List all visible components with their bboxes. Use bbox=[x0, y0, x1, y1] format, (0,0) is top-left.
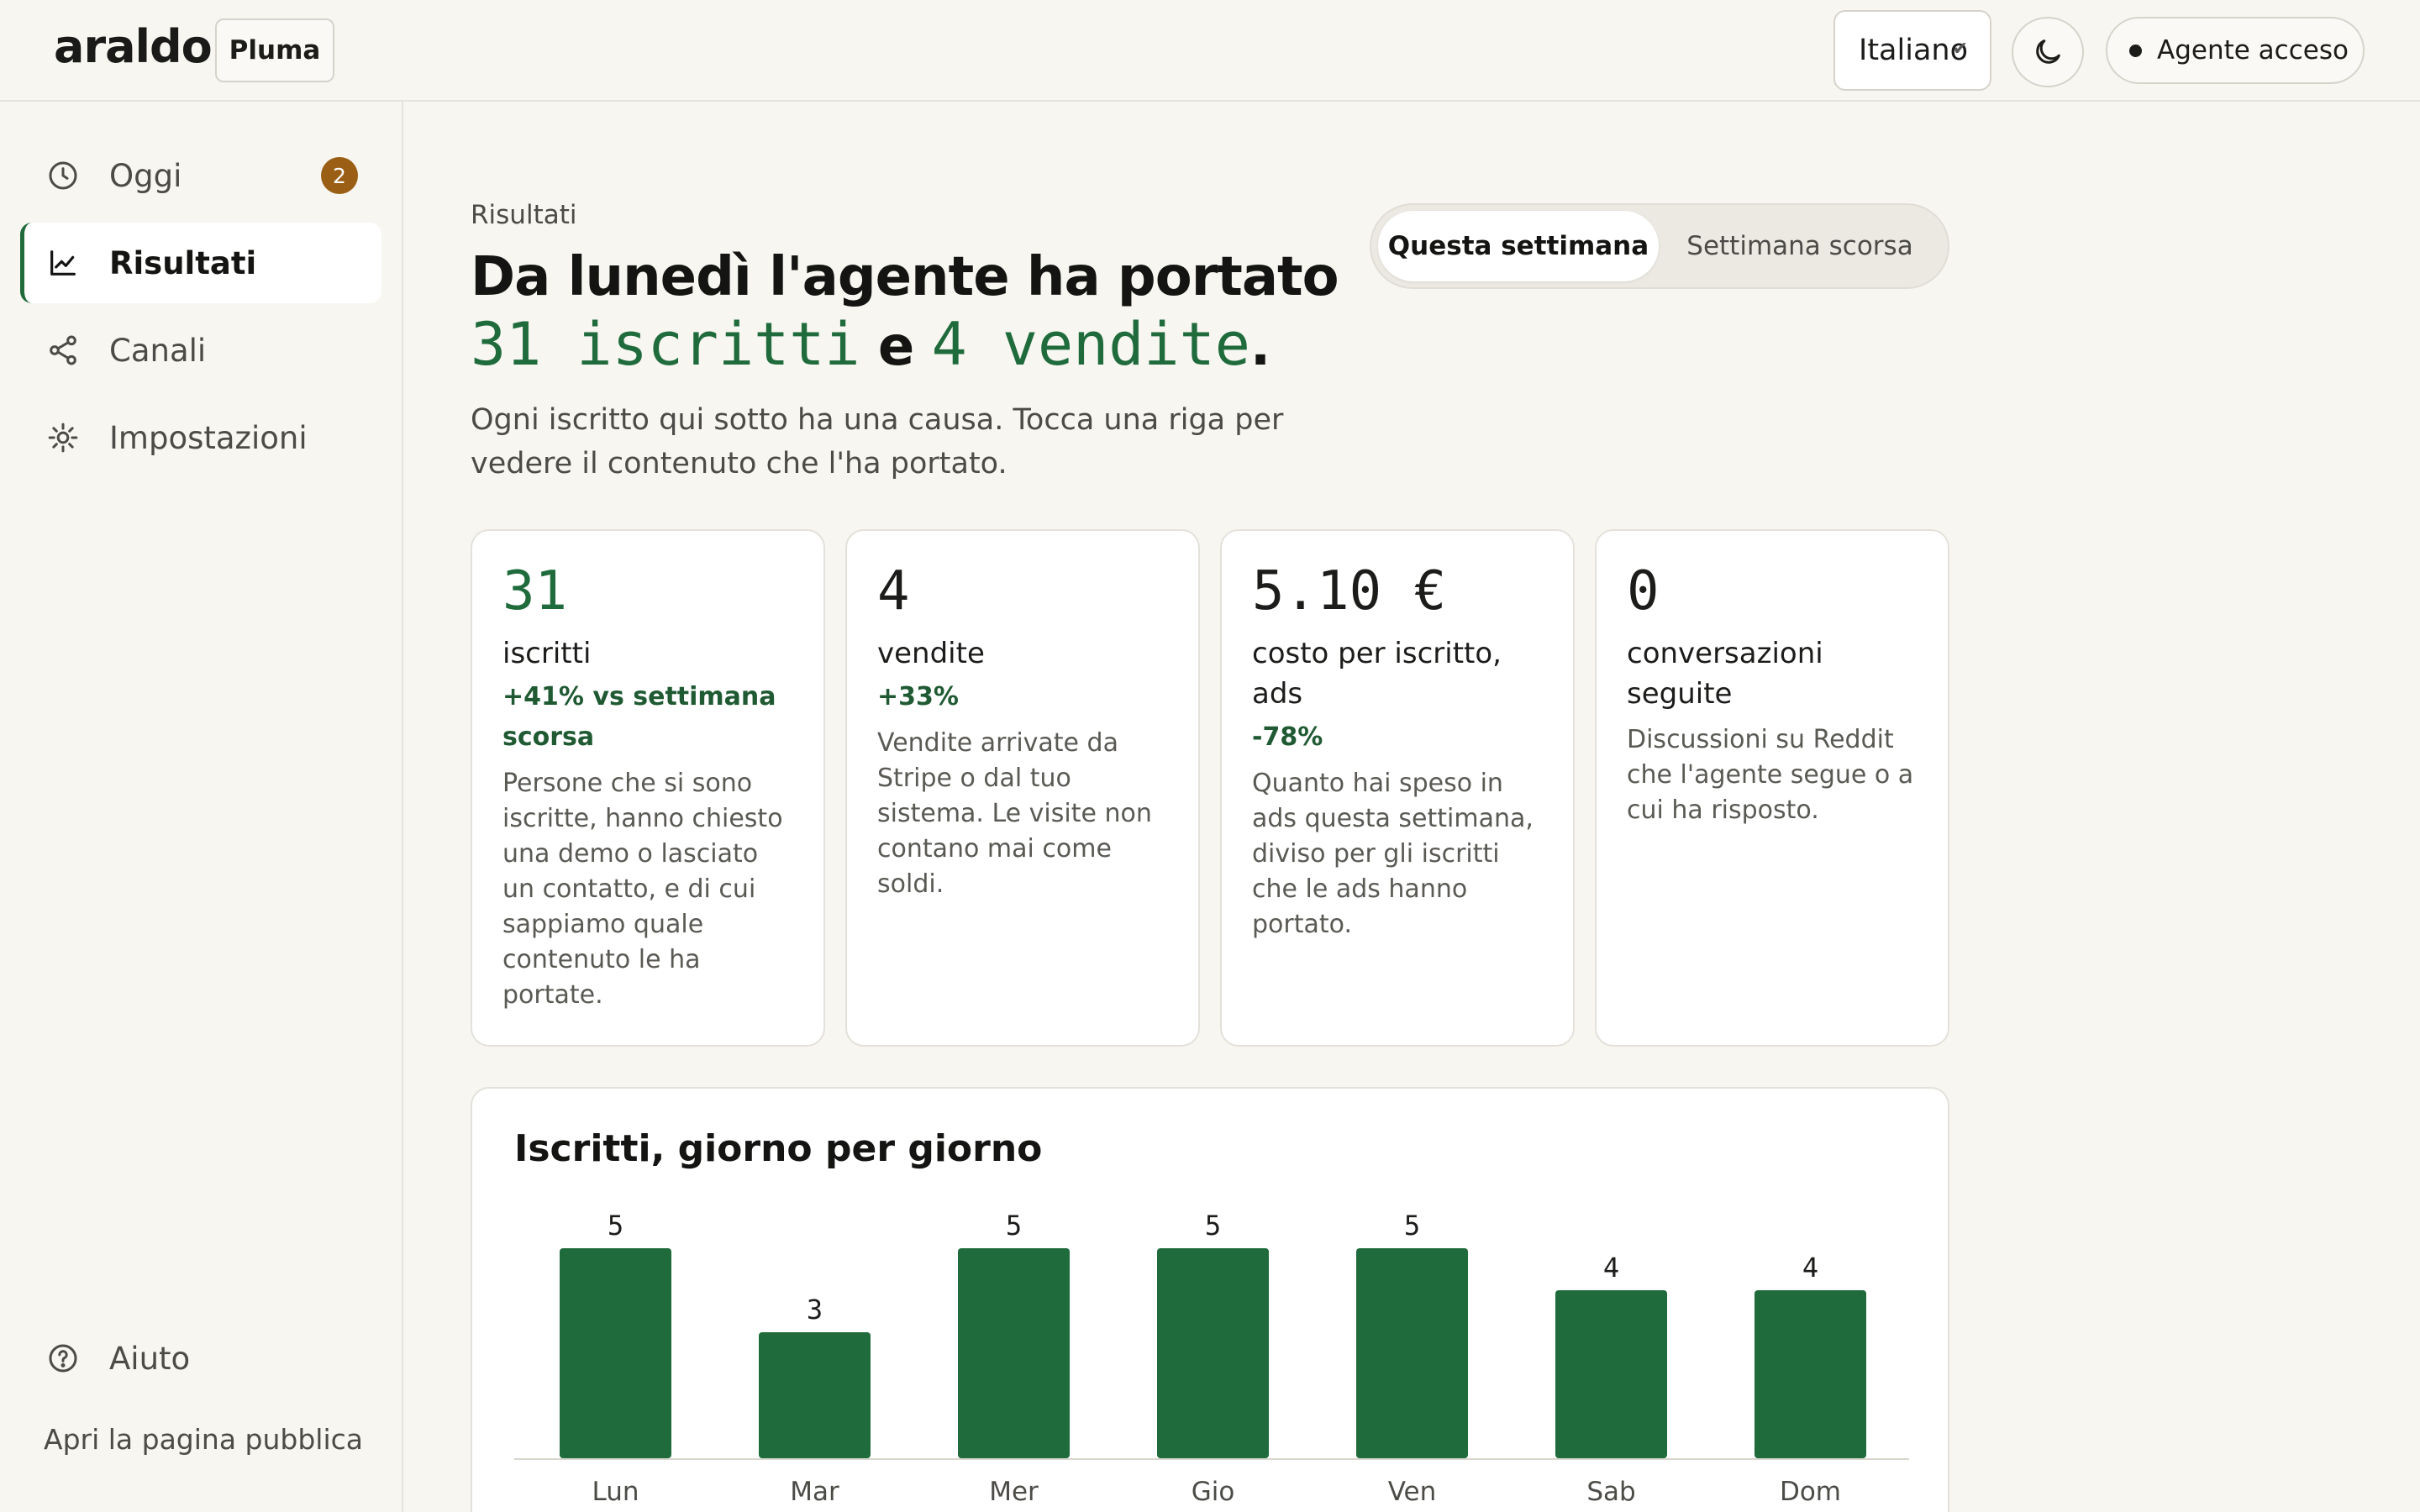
headline-line-2: 31 iscritti e 4 vendite. bbox=[471, 311, 1339, 381]
x-tick-label: Ven bbox=[1388, 1477, 1437, 1507]
intro-text: Ogni iscritto qui sotto ha una causa. To… bbox=[471, 403, 1284, 480]
metric-value: 0 bbox=[1627, 560, 1660, 622]
theme-toggle-button[interactable] bbox=[2012, 17, 2084, 87]
bar-value-label: 3 bbox=[807, 1294, 823, 1326]
metric-label: vendite bbox=[877, 637, 985, 670]
language-select-value: Italiano bbox=[1859, 34, 1968, 67]
bar-value-label: 4 bbox=[1603, 1252, 1619, 1284]
top-bar: araldo Pluma Italiano ✔ Agente acceso bbox=[0, 0, 2420, 102]
metric-label: iscritti bbox=[502, 637, 592, 670]
metric-description: Vendite arrivate da Stripe o dal tuo sis… bbox=[877, 728, 1152, 899]
sidebar-item-risultati[interactable]: Risultati bbox=[20, 223, 381, 303]
moon-icon bbox=[2036, 39, 2060, 64]
metric-description: Persone che si sono iscritte, hanno chie… bbox=[502, 769, 783, 1010]
public-page-link[interactable]: Apri la pagina pubblica bbox=[44, 1423, 363, 1456]
metric-card-sales[interactable]: 4 vendite +33% Vendite arrivate da Strip… bbox=[845, 529, 1200, 1047]
x-tick-label: Mar bbox=[790, 1477, 839, 1507]
chart-line-icon bbox=[45, 245, 81, 281]
app-logo[interactable]: araldo bbox=[54, 20, 213, 73]
metric-value: 5.10 € bbox=[1252, 560, 1447, 622]
page-title: Da lunedì l'agente ha portato 31 iscritt… bbox=[471, 244, 1339, 381]
sidebar-item-aiuto[interactable]: Aiuto bbox=[20, 1318, 381, 1399]
subscribers-daily-chart: Iscritti, giorno per giorno 5 Lun 3 Mar 5 Mer… bbox=[471, 1087, 1949, 1512]
sidebar-item-canali[interactable]: Canali bbox=[20, 310, 381, 391]
x-tick-label: Dom bbox=[1780, 1477, 1841, 1507]
metric-description: Quanto hai speso in ads questa settimana… bbox=[1252, 769, 1534, 939]
metric-value: 31 bbox=[502, 560, 568, 622]
x-tick-label: Mer bbox=[989, 1477, 1039, 1507]
page-eyebrow: Risultati bbox=[471, 200, 577, 230]
chart-bar-dom[interactable] bbox=[1754, 1290, 1866, 1458]
headline-line-1: Da lunedì l'agente ha portato bbox=[471, 246, 1339, 308]
help-circle-icon bbox=[45, 1341, 81, 1376]
x-tick-label: Sab bbox=[1586, 1477, 1635, 1507]
metric-label: conversazioni seguite bbox=[1627, 637, 1823, 711]
share-icon bbox=[45, 333, 81, 368]
tab-last-week[interactable]: Settimana scorsa bbox=[1659, 211, 1941, 281]
sidebar-item-label: Oggi bbox=[109, 157, 182, 194]
headline-subscribers: 31 iscritti bbox=[471, 310, 860, 379]
x-tick-label: Gio bbox=[1192, 1477, 1235, 1507]
workspace-badge[interactable]: Pluma bbox=[215, 18, 334, 82]
metric-description: Discussioni su Reddit che l'agente segue… bbox=[1627, 725, 1914, 825]
sidebar-item-impostazioni[interactable]: Impostazioni bbox=[20, 397, 381, 478]
metric-value: 4 bbox=[877, 560, 910, 622]
clock-icon bbox=[45, 158, 81, 193]
headline-sales: 4 vendite bbox=[931, 310, 1250, 379]
metric-card-cost-per-subscriber[interactable]: 5.10 € costo per iscritto, ads -78% Quan… bbox=[1220, 529, 1575, 1047]
chevron-down-icon: ✔ bbox=[1952, 39, 1968, 60]
agent-status-pill[interactable]: Agente acceso bbox=[2106, 17, 2365, 84]
headline-and: e bbox=[877, 316, 914, 378]
sidebar: Oggi 2 Risultati Canali Impostazioni Aiu… bbox=[0, 102, 403, 1512]
bar-value-label: 4 bbox=[1802, 1252, 1818, 1284]
period-toggle: Questa settimana Settimana scorsa bbox=[1370, 203, 1949, 289]
metric-label: costo per iscritto, ads bbox=[1252, 637, 1502, 711]
metric-delta: +33% bbox=[877, 682, 959, 711]
sidebar-item-oggi[interactable]: Oggi 2 bbox=[20, 135, 381, 216]
bar-value-label: 5 bbox=[1006, 1210, 1022, 1242]
status-dot-icon bbox=[2129, 44, 2142, 57]
headline-end: . bbox=[1249, 316, 1270, 378]
chart-bar-mar[interactable] bbox=[759, 1332, 871, 1458]
x-tick-label: Lun bbox=[592, 1477, 639, 1507]
sidebar-item-label: Aiuto bbox=[109, 1340, 191, 1377]
metric-card-subscribers[interactable]: 31 iscritti +41% vs settimana scorsa Per… bbox=[471, 529, 825, 1047]
bar-value-label: 5 bbox=[608, 1210, 623, 1242]
chart-bar-ven[interactable] bbox=[1356, 1248, 1468, 1458]
chart-bar-mer[interactable] bbox=[958, 1248, 1070, 1458]
notification-badge: 2 bbox=[321, 157, 358, 194]
sun-gear-icon bbox=[45, 420, 81, 455]
agent-status-label: Agente acceso bbox=[2157, 35, 2349, 66]
metric-delta: +41% vs settimana scorsa bbox=[502, 682, 776, 752]
bar-value-label: 5 bbox=[1404, 1210, 1420, 1242]
metric-card-conversations[interactable]: 0 conversazioni seguite Discussioni su R… bbox=[1595, 529, 1949, 1047]
bar-value-label: 5 bbox=[1205, 1210, 1221, 1242]
language-select[interactable]: Italiano ✔ bbox=[1833, 10, 1991, 91]
sidebar-item-label: Risultati bbox=[109, 244, 257, 281]
chart-bar-lun[interactable] bbox=[560, 1248, 671, 1458]
chart-bar-gio[interactable] bbox=[1157, 1248, 1269, 1458]
bar-chart-svg: 5 Lun 3 Mar 5 Mer 5 Gio 5 Ven 4 Sab 4 Dom bbox=[514, 1210, 1909, 1507]
tab-this-week[interactable]: Questa settimana bbox=[1378, 211, 1659, 281]
sidebar-item-label: Canali bbox=[109, 332, 207, 369]
metric-delta: -78% bbox=[1252, 722, 1323, 752]
sidebar-item-label: Impostazioni bbox=[109, 419, 308, 456]
chart-bar-sab[interactable] bbox=[1555, 1290, 1667, 1458]
